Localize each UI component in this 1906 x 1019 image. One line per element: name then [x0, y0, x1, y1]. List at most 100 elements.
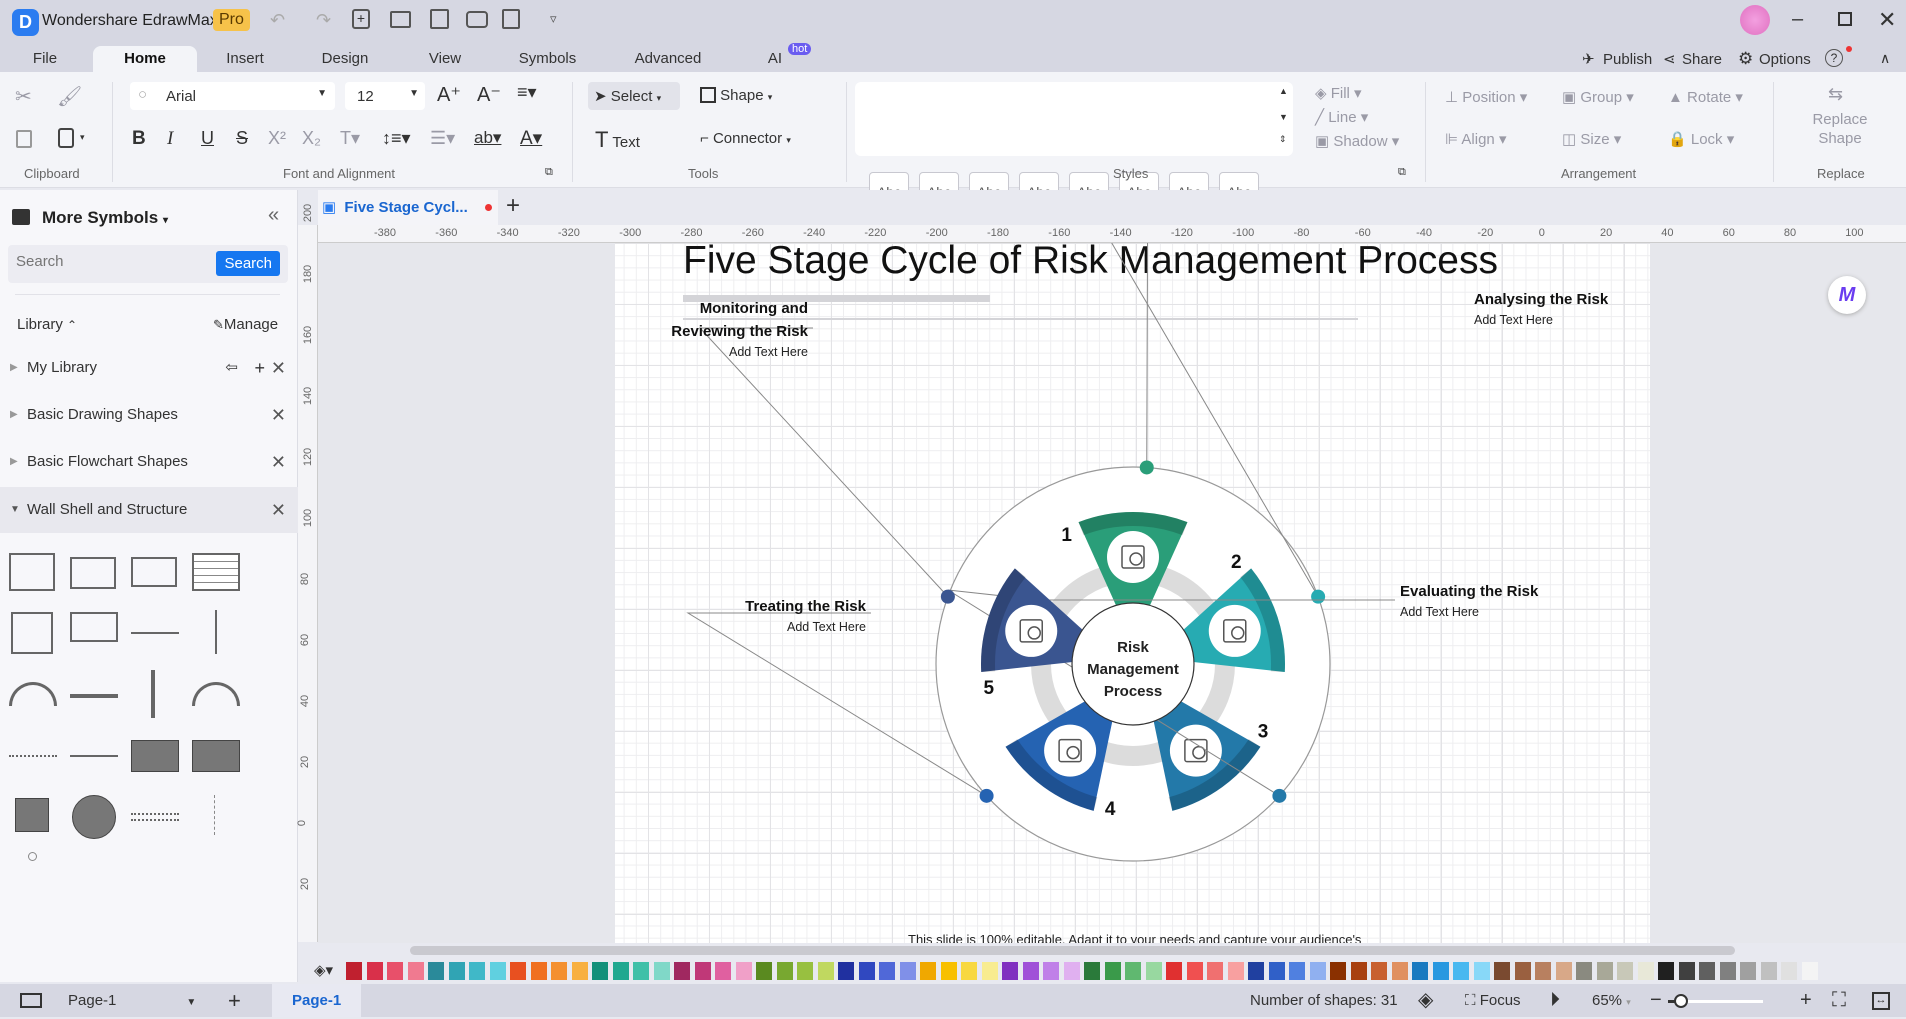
select-tool-button[interactable]: ➤ Select ▾: [588, 82, 680, 110]
wall-shape-l[interactable]: [11, 612, 53, 654]
color-swatch[interactable]: [1432, 962, 1449, 980]
color-swatch[interactable]: [1596, 962, 1613, 980]
color-swatch[interactable]: [674, 962, 690, 980]
stage-title[interactable]: Reviewing the Risk: [671, 323, 808, 340]
wall-shape-room[interactable]: [9, 553, 55, 591]
dialog-launcher-icon[interactable]: ⧉: [545, 166, 553, 179]
color-swatch[interactable]: [1145, 962, 1162, 980]
color-swatch[interactable]: [1453, 962, 1469, 980]
cut-icon[interactable]: ✂: [15, 84, 32, 109]
color-swatch[interactable]: [1576, 962, 1592, 980]
color-swatch[interactable]: [1166, 962, 1182, 980]
page-view-icon[interactable]: [20, 993, 42, 1008]
undo-icon[interactable]: ↶: [270, 10, 285, 31]
color-swatch[interactable]: [1309, 962, 1326, 980]
color-swatch[interactable]: [1391, 962, 1408, 980]
library-item-my-library[interactable]: ▶ My Library ⇦ + ✕: [0, 345, 298, 391]
size-button[interactable]: ◫ Size ▾: [1562, 130, 1621, 148]
copy-icon[interactable]: [16, 130, 32, 148]
wall-shape-circle[interactable]: [72, 795, 116, 839]
color-swatch[interactable]: [1371, 962, 1387, 980]
styles-scroll-up-icon[interactable]: ▲: [1279, 86, 1288, 96]
color-swatch[interactable]: [776, 962, 793, 980]
wall-shape-t-room[interactable]: [131, 557, 177, 587]
library-toggle[interactable]: Library ⌃: [17, 316, 77, 333]
stage-dot[interactable]: [1272, 788, 1287, 803]
color-swatch[interactable]: [735, 962, 752, 980]
color-swatch[interactable]: [879, 962, 895, 980]
bullet-list-icon[interactable]: ☰▾: [430, 128, 455, 149]
position-button[interactable]: ⊥ Position ▾: [1445, 88, 1527, 106]
close-window-icon[interactable]: ✕: [1878, 7, 1896, 33]
wall-shape-pin[interactable]: [28, 852, 37, 861]
decrease-font-icon[interactable]: A⁻: [477, 82, 501, 107]
color-swatch[interactable]: [592, 962, 608, 980]
stage-dot[interactable]: [1311, 589, 1326, 604]
zoom-out-icon[interactable]: −: [1650, 984, 1662, 1017]
tab-ai[interactable]: AI: [765, 46, 785, 72]
close-icon[interactable]: ✕: [271, 487, 286, 533]
stage-body-text[interactable]: Add Text Here: [1474, 313, 1553, 327]
color-swatch[interactable]: [1227, 962, 1244, 980]
more-symbols-dropdown[interactable]: More Symbols ▾: [42, 208, 168, 228]
stage-title[interactable]: Monitoring and: [700, 300, 808, 317]
print-icon[interactable]: [466, 11, 488, 28]
tab-insert[interactable]: Insert: [215, 46, 275, 72]
wall-shape-step[interactable]: [70, 612, 118, 642]
color-swatch[interactable]: [899, 962, 916, 980]
font-family-select[interactable]: ○ Arial ▼: [130, 82, 335, 110]
color-swatch[interactable]: [1350, 962, 1367, 980]
drawing-canvas[interactable]: Five Stage Cycle of Risk Management Proc…: [318, 243, 1906, 943]
color-swatch[interactable]: [1186, 962, 1203, 980]
collapse-panel-icon[interactable]: «: [268, 204, 279, 227]
paste-icon[interactable]: [58, 128, 74, 148]
subscript-icon[interactable]: X₂: [302, 128, 321, 149]
page-selector[interactable]: Page-1 ▼: [68, 984, 196, 1019]
quick-access-more-icon[interactable]: ▿: [550, 11, 557, 27]
color-swatch[interactable]: [1104, 962, 1121, 980]
color-swatch[interactable]: [1248, 962, 1264, 980]
wall-shape-thin-line[interactable]: [70, 755, 118, 757]
color-swatch[interactable]: [1063, 962, 1080, 980]
lock-button[interactable]: 🔒 Lock ▾: [1668, 130, 1734, 148]
options-button[interactable]: Options: [1759, 51, 1811, 68]
wall-shape-square[interactable]: [15, 798, 49, 832]
color-swatch[interactable]: [858, 962, 875, 980]
color-swatch[interactable]: [1494, 962, 1510, 980]
color-swatch[interactable]: [1699, 962, 1715, 980]
user-avatar[interactable]: [1740, 5, 1770, 35]
color-swatch[interactable]: [756, 962, 772, 980]
color-swatch[interactable]: [530, 962, 547, 980]
color-swatch[interactable]: [571, 962, 588, 980]
color-swatch[interactable]: [1740, 962, 1756, 980]
close-icon[interactable]: ✕: [271, 345, 286, 391]
underline-icon[interactable]: U: [201, 128, 214, 149]
stage-body-text[interactable]: Add Text Here: [729, 345, 808, 359]
layers-icon[interactable]: ◈: [1418, 984, 1433, 1017]
color-swatch[interactable]: [1658, 962, 1674, 980]
color-swatch[interactable]: [797, 962, 813, 980]
wall-shape-hatched[interactable]: [131, 813, 179, 821]
tab-home[interactable]: Home: [93, 46, 197, 72]
wall-shape-vline[interactable]: [215, 610, 217, 654]
color-swatch[interactable]: [448, 962, 465, 980]
superscript-icon[interactable]: X²: [268, 128, 286, 149]
wall-shape-arc-2[interactable]: [192, 682, 240, 706]
stage-body-text[interactable]: Add Text Here: [1400, 605, 1479, 619]
color-swatch[interactable]: [940, 962, 957, 980]
format-painter-icon[interactable]: 🖌: [57, 84, 82, 109]
color-swatch[interactable]: [612, 962, 629, 980]
zoom-level[interactable]: 65% ▾: [1592, 984, 1631, 1019]
color-swatch[interactable]: [653, 962, 670, 980]
symbol-search-input[interactable]: [16, 253, 206, 270]
color-swatch[interactable]: [1781, 962, 1797, 980]
play-icon[interactable]: ⏵: [1550, 984, 1560, 1017]
color-swatch[interactable]: [428, 962, 444, 980]
color-swatch[interactable]: [1514, 962, 1531, 980]
shape-tool-button[interactable]: Shape ▾: [700, 87, 772, 104]
maximize-icon[interactable]: [1838, 12, 1852, 26]
wall-shape-cross[interactable]: [214, 795, 215, 835]
color-swatch[interactable]: [387, 962, 403, 980]
collapse-ribbon-icon[interactable]: ∧: [1880, 50, 1890, 67]
shadow-button[interactable]: ▣ Shadow ▾: [1315, 132, 1399, 150]
